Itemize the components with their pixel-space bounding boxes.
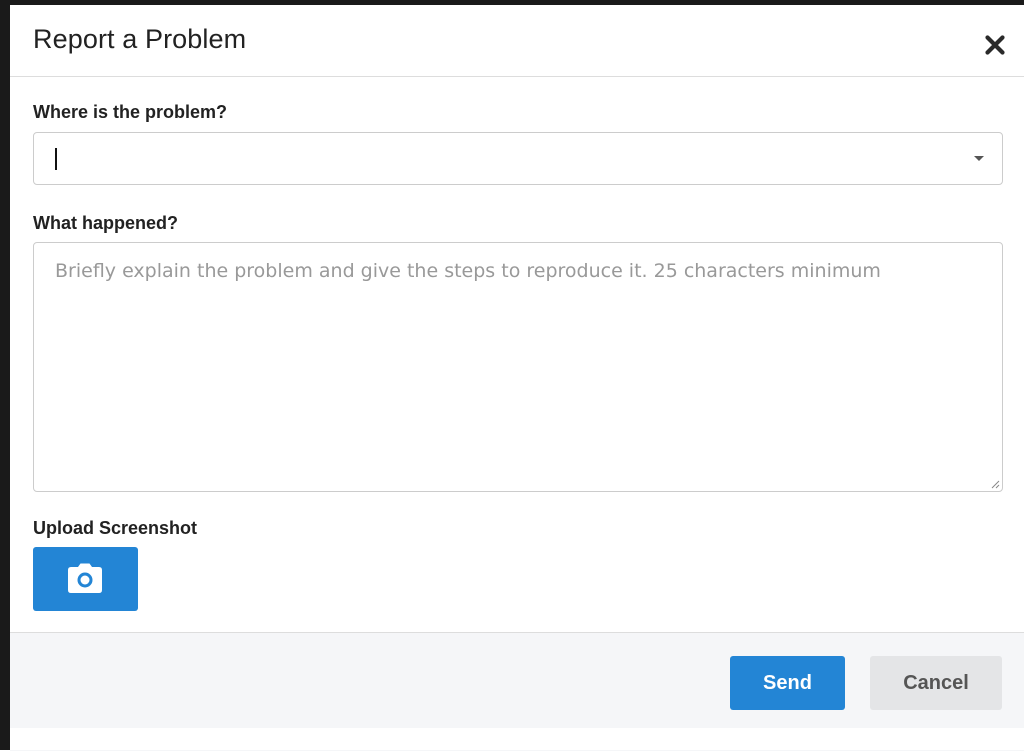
upload-screenshot-button[interactable] <box>33 547 138 611</box>
description-field-container <box>33 242 1003 492</box>
resize-handle-icon[interactable] <box>990 479 1000 489</box>
dialog-title: Report a Problem <box>33 24 247 54</box>
upload-label: Upload Screenshot <box>33 518 198 538</box>
screen: Report a Problem Where is the problem? W… <box>0 0 1024 751</box>
camera-icon <box>68 563 102 593</box>
location-label: Where is the problem? <box>33 102 228 122</box>
text-caret <box>55 148 57 170</box>
location-select[interactable] <box>33 132 1003 185</box>
report-problem-dialog: Report a Problem Where is the problem? W… <box>10 5 1024 751</box>
close-icon <box>985 35 1005 55</box>
send-button[interactable]: Send <box>730 656 845 710</box>
cancel-button[interactable]: Cancel <box>870 656 1002 710</box>
dialog-header: Report a Problem <box>10 5 1024 77</box>
description-label: What happened? <box>33 213 178 233</box>
window-border-left <box>0 0 10 750</box>
description-textarea[interactable] <box>34 243 1002 491</box>
footer-bottom-strip <box>10 728 1024 750</box>
chevron-down-icon[interactable] <box>974 156 984 161</box>
close-button[interactable] <box>984 34 1006 56</box>
